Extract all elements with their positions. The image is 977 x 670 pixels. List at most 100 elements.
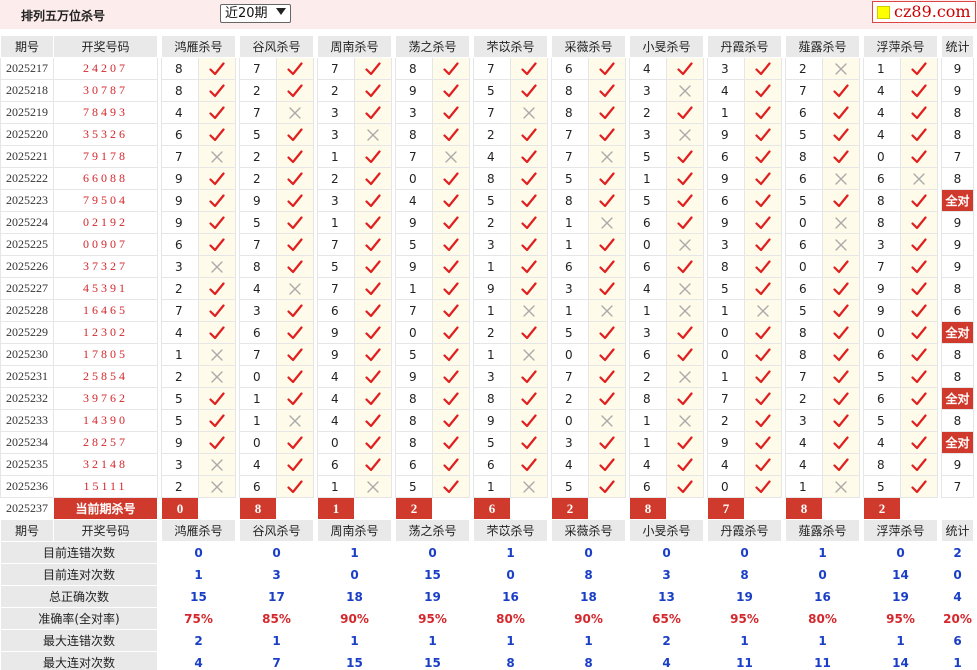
kill-pick-cell: 8 <box>551 101 589 124</box>
miss-mark-cell <box>588 211 626 234</box>
kill-pick-cell: 4 <box>317 409 355 432</box>
col-header-win: 开奖号码 <box>53 35 158 58</box>
summary-label: 最大连错次数 <box>0 629 158 652</box>
stat-cell: 7 <box>941 145 974 168</box>
issue-cell: 2025217 <box>0 57 54 80</box>
current-pick-cell: 7 <box>707 497 745 520</box>
hit-mark-cell <box>276 123 314 146</box>
kill-pick-cell: 0 <box>317 431 355 454</box>
hit-mark-cell <box>354 167 392 190</box>
kill-pick-cell: 4 <box>473 145 511 168</box>
check-icon <box>209 215 225 229</box>
check-icon <box>365 171 381 185</box>
hit-mark-cell <box>198 321 236 344</box>
logo-square-icon <box>877 6 890 19</box>
cross-icon <box>679 414 691 427</box>
stat-cell: 9 <box>941 233 974 256</box>
check-icon <box>443 479 459 493</box>
kill-pick-cell: 7 <box>317 57 355 80</box>
kill-pick-cell: 1 <box>863 57 901 80</box>
check-icon <box>209 127 225 141</box>
kill-pick-cell: 1 <box>551 299 589 322</box>
hit-mark-cell <box>276 167 314 190</box>
hit-mark-cell <box>354 79 392 102</box>
kill-pick-cell: 4 <box>785 453 823 476</box>
check-icon <box>599 171 615 185</box>
miss-mark-cell <box>276 277 314 300</box>
col-header-expert: 鸿雁杀号 <box>161 35 236 58</box>
kill-pick-cell: 3 <box>161 255 199 278</box>
miss-mark-cell <box>510 299 548 322</box>
table-row: 2025230 17805 1 7 9 5 1 0 6 0 8 6 8 <box>0 343 974 366</box>
check-icon <box>443 325 459 339</box>
kill-pick-cell: 3 <box>629 79 667 102</box>
check-icon <box>599 435 615 449</box>
kill-pick-cell: 3 <box>395 101 433 124</box>
table-row: 2025234 28257 9 0 0 8 5 3 1 9 4 4 全对 <box>0 431 974 454</box>
miss-mark-cell <box>666 233 704 256</box>
check-icon <box>521 435 537 449</box>
kill-pick-cell: 1 <box>239 387 277 410</box>
check-icon <box>677 259 693 273</box>
period-select[interactable]: 近20期 <box>220 4 291 23</box>
miss-mark-cell <box>510 475 548 498</box>
col-header-expert: 薤露杀号 <box>785 35 860 58</box>
check-icon <box>521 281 537 295</box>
hit-mark-cell <box>666 189 704 212</box>
check-icon <box>443 347 459 361</box>
kill-pick-cell: 9 <box>395 255 433 278</box>
check-icon <box>287 259 303 273</box>
kill-pick-cell: 3 <box>317 123 355 146</box>
site-logo[interactable]: cz89.com <box>872 1 976 23</box>
check-icon <box>755 215 771 229</box>
kill-pick-cell: 9 <box>395 365 433 388</box>
kill-pick-cell: 0 <box>239 431 277 454</box>
check-icon <box>521 149 537 163</box>
cross-icon <box>523 348 535 361</box>
kill-pick-cell: 7 <box>317 233 355 256</box>
hit-mark-cell <box>276 453 314 476</box>
kill-pick-cell: 7 <box>707 387 745 410</box>
check-icon <box>365 193 381 207</box>
hit-mark-cell <box>432 343 470 366</box>
summary-value: 13 <box>629 585 704 608</box>
hit-mark-cell <box>432 211 470 234</box>
check-icon <box>677 149 693 163</box>
hit-mark-cell <box>198 233 236 256</box>
miss-mark-cell <box>276 409 314 432</box>
kill-pick-cell: 8 <box>239 255 277 278</box>
stat-cell: 9 <box>941 255 974 278</box>
check-icon <box>521 259 537 273</box>
check-icon <box>833 127 849 141</box>
kill-pick-cell: 8 <box>395 123 433 146</box>
check-icon <box>365 215 381 229</box>
hit-mark-cell <box>822 145 860 168</box>
stat-cell: 8 <box>941 365 974 388</box>
check-icon <box>365 391 381 405</box>
hit-mark-cell <box>354 365 392 388</box>
hit-mark-cell <box>588 387 626 410</box>
current-pick-cell: 1 <box>317 497 355 520</box>
kill-pick-cell: 5 <box>473 431 511 454</box>
hit-mark-cell <box>822 277 860 300</box>
check-icon <box>755 237 771 251</box>
kill-pick-cell: 3 <box>317 189 355 212</box>
check-icon <box>521 171 537 185</box>
check-icon <box>365 435 381 449</box>
check-icon <box>521 127 537 141</box>
hit-mark-cell <box>354 321 392 344</box>
miss-mark-cell <box>198 145 236 168</box>
check-icon <box>677 61 693 75</box>
hit-mark-cell <box>510 365 548 388</box>
check-icon <box>287 391 303 405</box>
hit-mark-cell <box>432 57 470 80</box>
check-icon <box>521 457 537 471</box>
miss-mark-cell <box>198 475 236 498</box>
check-icon <box>599 237 615 251</box>
summary-value: 15 <box>395 563 470 586</box>
kill-pick-cell: 4 <box>629 277 667 300</box>
hit-mark-cell <box>432 431 470 454</box>
stat-cell: 9 <box>941 57 974 80</box>
cross-icon <box>211 458 223 471</box>
summary-value: 15 <box>317 651 392 670</box>
